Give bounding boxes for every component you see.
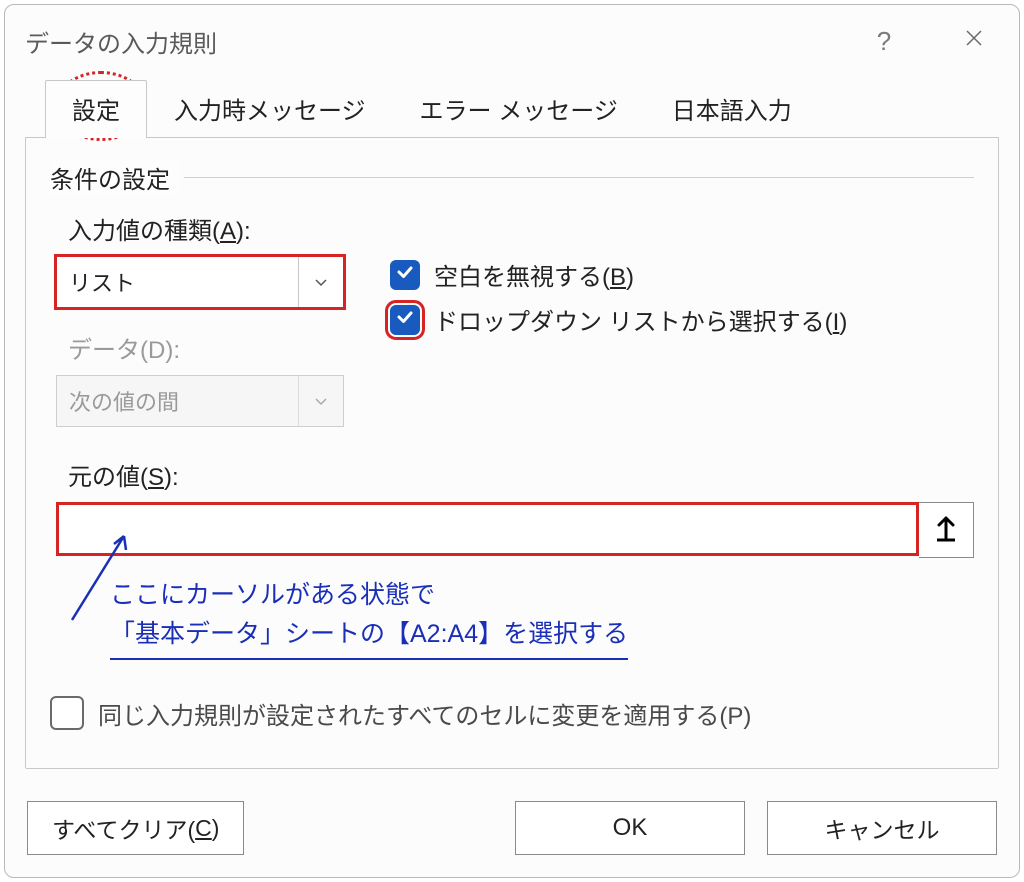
source-label: 元の値(S): — [68, 457, 974, 492]
clear-all-button[interactable]: すべてクリア(C) — [27, 801, 244, 855]
allow-value: リスト — [69, 266, 135, 298]
tab-settings[interactable]: 設定 — [45, 80, 147, 138]
ignore-blank-label: 空白を無視する(B) — [434, 257, 634, 292]
settings-pane: 条件の設定 入力値の種類(A): リスト データ(D): 次の値の間 — [25, 137, 999, 769]
range-selector-button[interactable] — [919, 502, 974, 558]
titlebar: データの入力規則 ? — [25, 21, 999, 61]
ignore-blank-row: 空白を無視する(B) — [390, 257, 974, 292]
data-label: データ(D): — [68, 330, 380, 365]
chevron-down-icon — [298, 376, 343, 426]
in-cell-dropdown-checkbox[interactable] — [390, 305, 420, 335]
cancel-button[interactable]: キャンセル — [767, 801, 997, 855]
help-button[interactable]: ? — [859, 23, 909, 59]
tab-ime-mode[interactable]: 日本語入力 — [645, 80, 819, 138]
group-header: 条件の設定 — [50, 160, 974, 195]
source-input[interactable] — [56, 502, 919, 556]
tab-input-message[interactable]: 入力時メッセージ — [147, 80, 393, 138]
collapse-dialog-icon — [933, 512, 959, 548]
tab-error-alert[interactable]: エラー メッセージ — [393, 80, 645, 138]
check-icon — [395, 261, 415, 289]
tab-label: 入力時メッセージ — [174, 98, 366, 125]
ok-button[interactable]: OK — [515, 801, 745, 855]
ignore-blank-checkbox[interactable] — [390, 260, 420, 290]
close-button[interactable] — [949, 23, 999, 59]
apply-all-row: 同じ入力規則が設定されたすべてのセルに変更を適用する(P) — [50, 696, 974, 731]
button-bar: すべてクリア(C) OK キャンセル — [27, 801, 997, 855]
tab-label: 設定 — [72, 98, 120, 125]
tab-bar: 設定 入力時メッセージ エラー メッセージ 日本語入力 — [25, 79, 999, 137]
close-icon — [964, 27, 984, 55]
in-cell-dropdown-label: ドロップダウン リストから選択する(I) — [434, 302, 847, 337]
apply-all-label: 同じ入力規則が設定されたすべてのセルに変更を適用する(P) — [98, 696, 751, 731]
tab-label: 日本語入力 — [672, 98, 792, 125]
apply-all-checkbox[interactable] — [50, 696, 84, 730]
allow-label: 入力値の種類(A): — [68, 211, 380, 246]
check-icon — [395, 306, 415, 334]
in-cell-dropdown-row: ドロップダウン リストから選択する(I) — [390, 302, 974, 337]
allow-select[interactable]: リスト — [56, 256, 344, 308]
dialog-title: データの入力規則 — [25, 24, 819, 59]
data-select: 次の値の間 — [56, 375, 344, 427]
divider — [184, 177, 974, 178]
annotation-text: ここにカーソルがある状態で 「基本データ」シートの【A2:A4】を選択する — [110, 576, 628, 660]
data-validation-dialog: データの入力規則 ? 設定 入力時メッセージ エラー メッセージ 日本語入力 条… — [4, 4, 1020, 878]
chevron-down-icon — [298, 257, 343, 307]
tab-label: エラー メッセージ — [420, 98, 618, 125]
group-title: 条件の設定 — [50, 160, 178, 195]
data-value: 次の値の間 — [69, 385, 179, 417]
